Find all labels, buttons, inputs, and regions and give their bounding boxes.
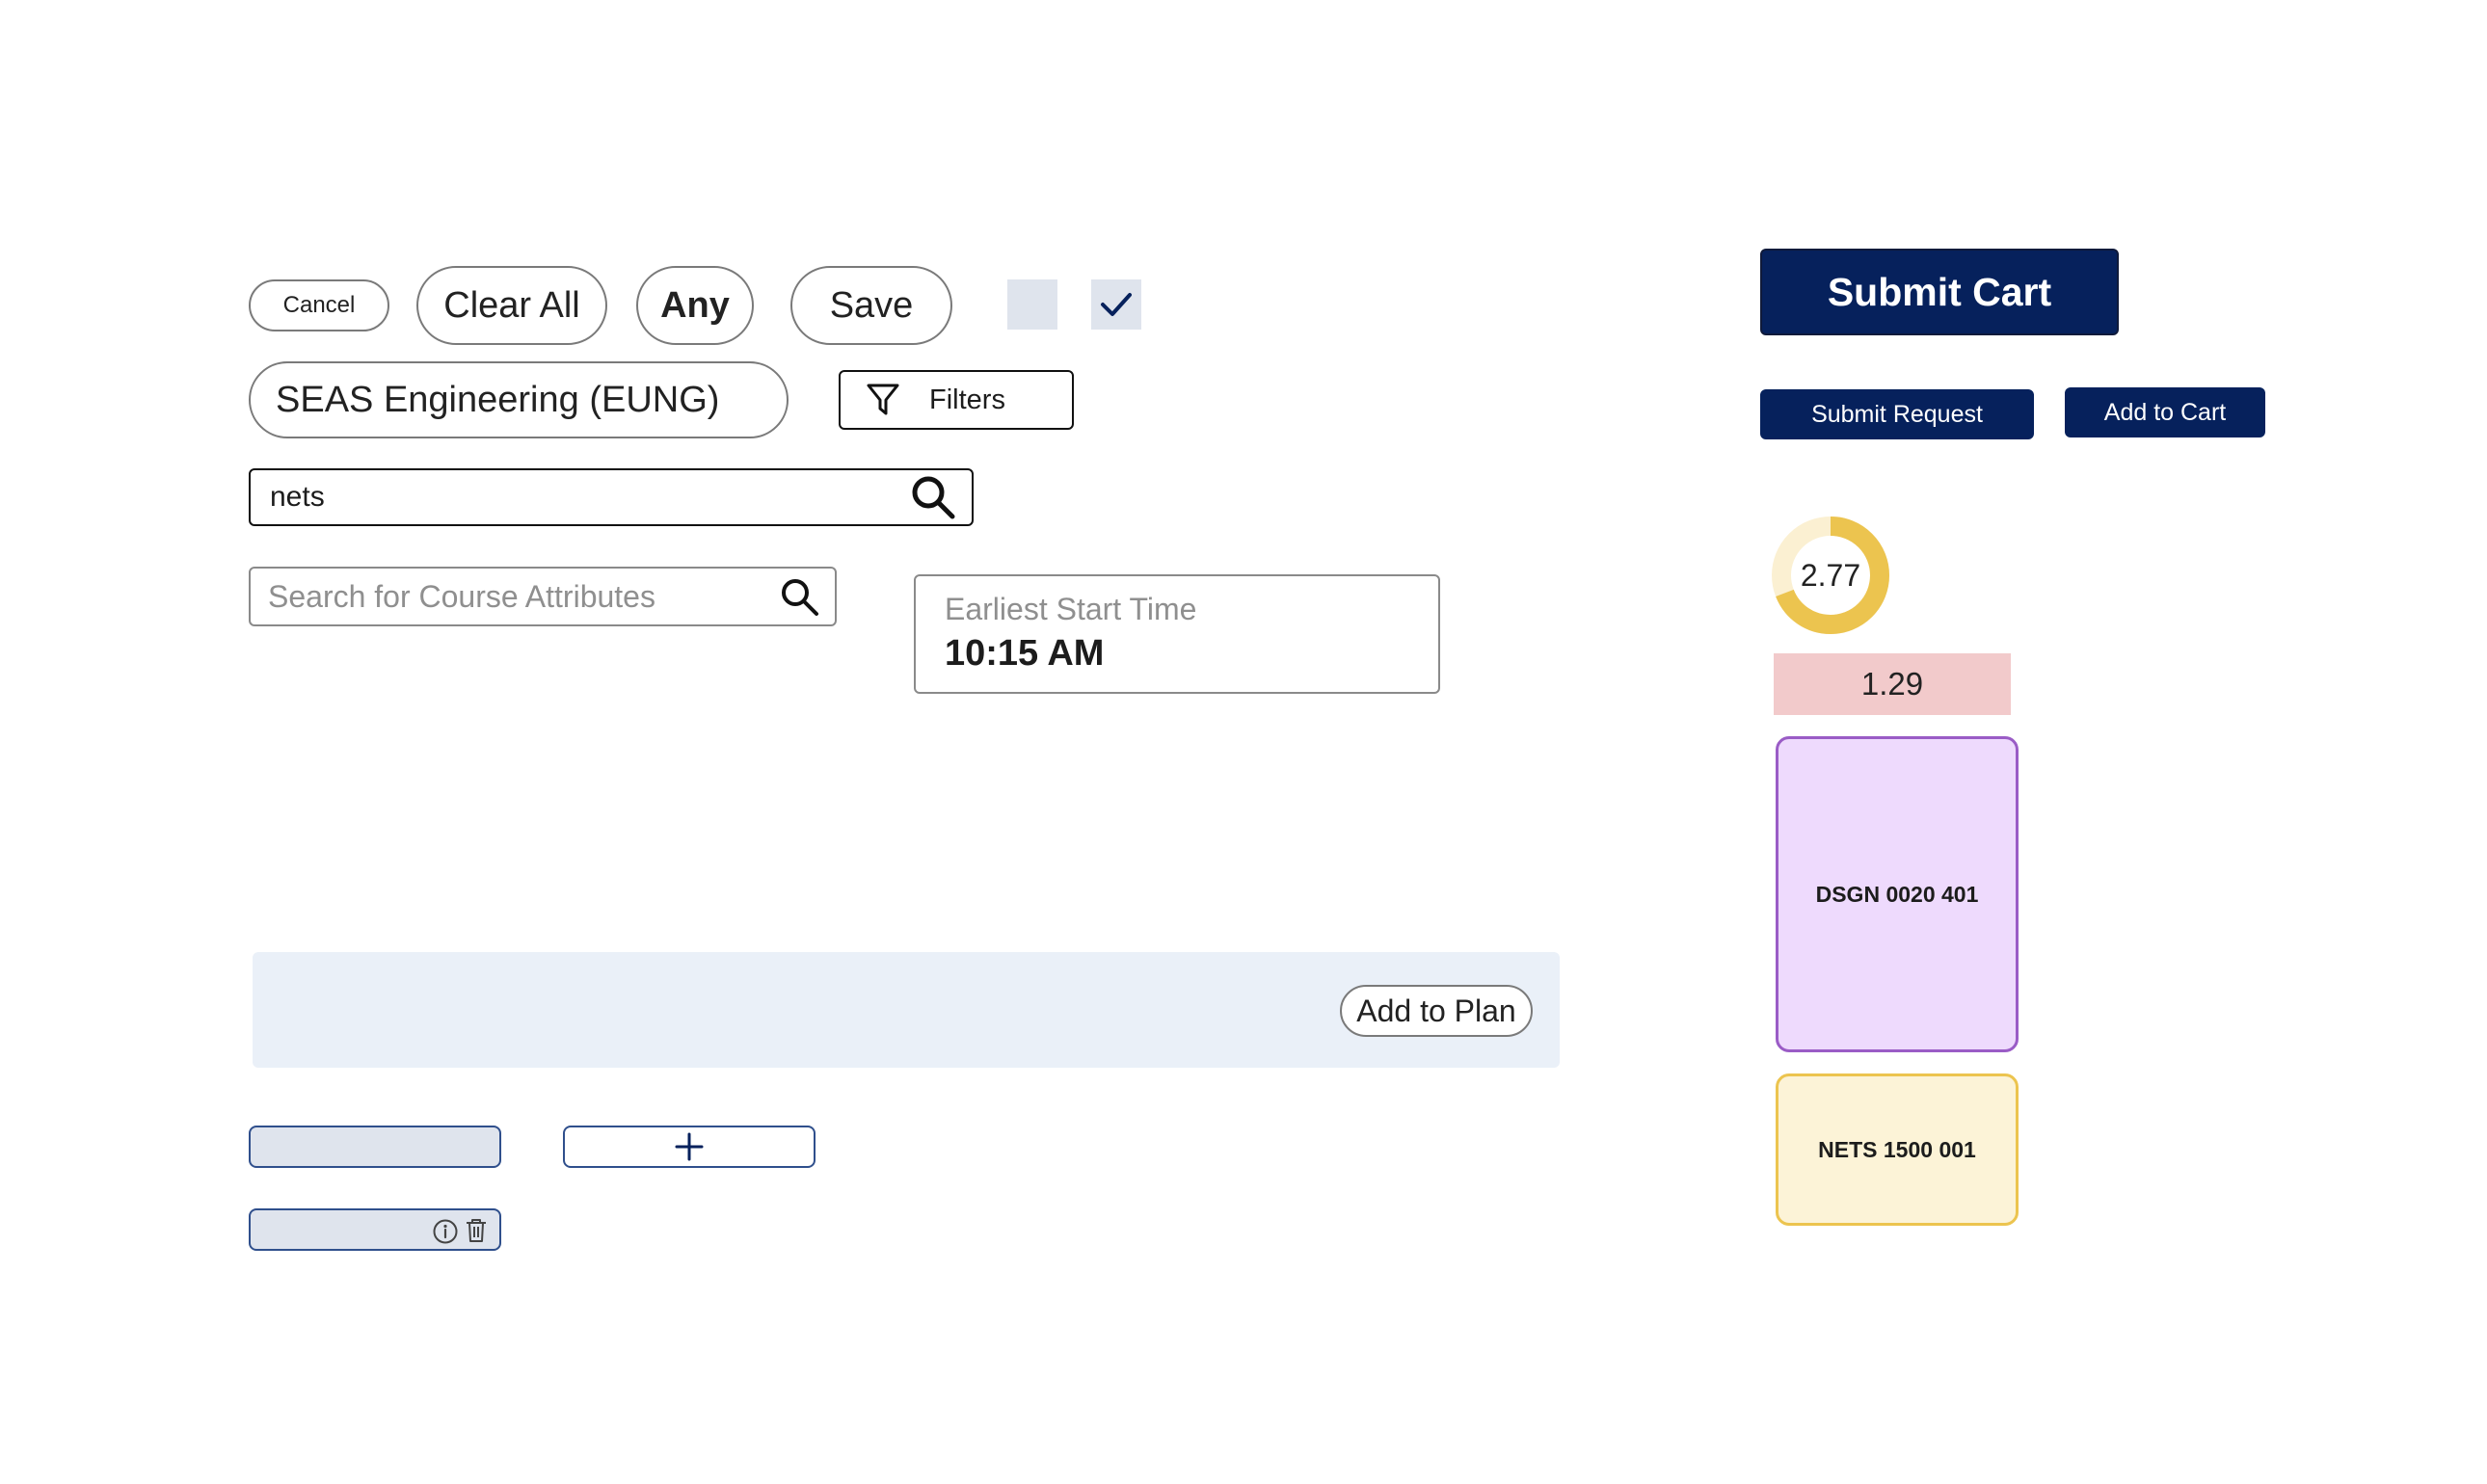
start-time-value[interactable]: 10:15 AM bbox=[945, 633, 1438, 675]
filter-icon bbox=[866, 382, 900, 418]
attribute-search-input[interactable]: Search for Course Attributes bbox=[268, 579, 779, 615]
any-button[interactable]: Any bbox=[636, 266, 754, 345]
course-search[interactable]: nets bbox=[249, 468, 974, 526]
submit-cart-button[interactable]: Submit Cart bbox=[1760, 249, 2119, 335]
difficulty-badge: 1.29 bbox=[1774, 653, 2011, 715]
start-time-field[interactable]: Earliest Start Time 10:15 AM bbox=[914, 574, 1440, 694]
add-to-cart-button[interactable]: Add to Cart bbox=[2065, 387, 2265, 437]
empty-chip[interactable] bbox=[249, 1126, 501, 1168]
search-icon[interactable] bbox=[779, 576, 819, 617]
trash-icon[interactable] bbox=[465, 1217, 488, 1244]
checkbox-unchecked[interactable] bbox=[1007, 279, 1057, 330]
plus-icon bbox=[674, 1131, 705, 1162]
filters-button[interactable]: Filters bbox=[839, 370, 1074, 430]
schedule-block-dsgn[interactable]: DSGN 0020 401 bbox=[1776, 736, 2019, 1052]
search-icon[interactable] bbox=[910, 474, 956, 520]
attribute-search[interactable]: Search for Course Attributes bbox=[249, 567, 837, 626]
filters-label: Filters bbox=[929, 384, 1005, 415]
course-search-input[interactable]: nets bbox=[270, 481, 910, 514]
submit-request-button[interactable]: Submit Request bbox=[1760, 389, 2034, 439]
add-chip-button[interactable] bbox=[563, 1126, 816, 1168]
check-icon bbox=[1100, 291, 1133, 318]
course-chip[interactable] bbox=[249, 1208, 501, 1251]
info-icon[interactable] bbox=[432, 1218, 459, 1245]
save-button[interactable]: Save bbox=[790, 266, 952, 345]
schedule-block-nets[interactable]: NETS 1500 001 bbox=[1776, 1073, 2019, 1226]
start-time-label: Earliest Start Time bbox=[945, 592, 1197, 626]
clear-all-button[interactable]: Clear All bbox=[416, 266, 607, 345]
school-select[interactable]: SEAS Engineering (EUNG) bbox=[249, 361, 789, 438]
checkbox-checked[interactable] bbox=[1091, 279, 1141, 330]
rating-value: 2.77 bbox=[1800, 557, 1861, 593]
cancel-button[interactable]: Cancel bbox=[249, 279, 389, 331]
add-to-plan-panel: Add to Plan bbox=[253, 952, 1560, 1068]
add-to-plan-button[interactable]: Add to Plan bbox=[1340, 985, 1533, 1037]
rating-ring: 2.77 bbox=[1770, 515, 1891, 636]
